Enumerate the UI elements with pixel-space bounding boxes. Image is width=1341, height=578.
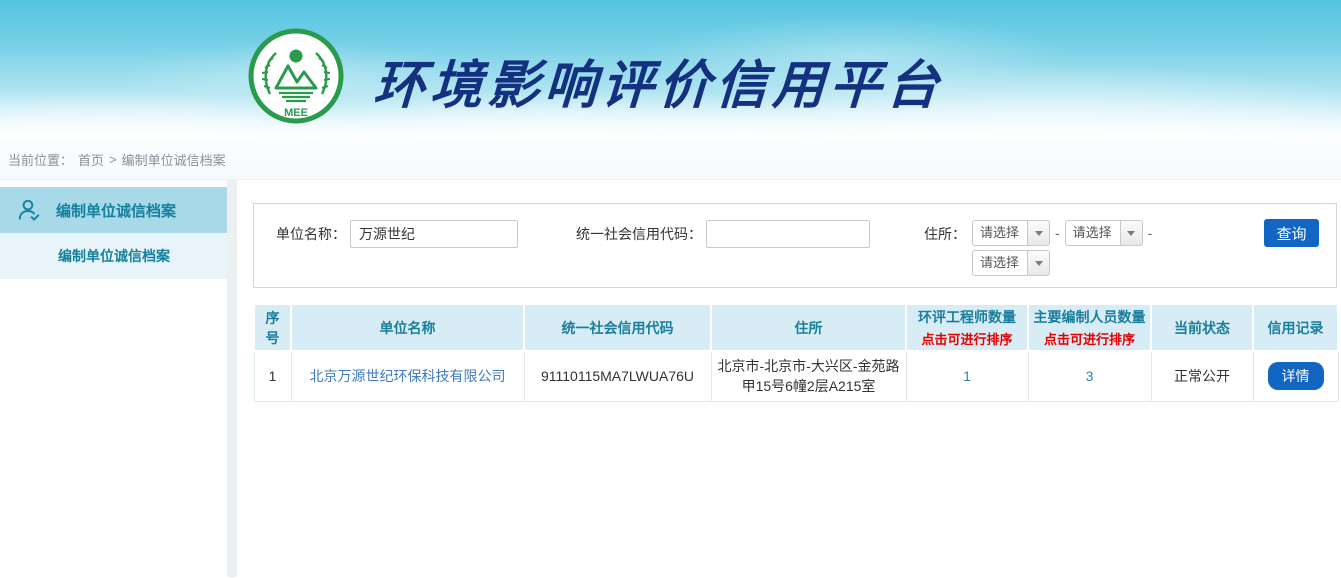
address-label: 住所：	[924, 220, 966, 248]
query-button[interactable]: 查询	[1264, 219, 1319, 247]
district-select[interactable]: 请选择	[972, 250, 1050, 276]
header-banner: MEE 环境影响评价信用平台	[0, 0, 1341, 140]
table-row: 1 北京万源世纪环保科技有限公司 91110115MA7LWUA76U 北京市-…	[254, 351, 1338, 401]
chevron-down-icon[interactable]	[1120, 220, 1143, 246]
credit-code-input[interactable]	[706, 220, 870, 248]
brand: MEE 环境影响评价信用平台	[246, 26, 944, 126]
address-dash: -	[1148, 220, 1153, 246]
city-select-value: 请选择	[1065, 220, 1120, 246]
staff-count-header-label: 主要编制人员数量	[1033, 307, 1146, 327]
district-select-value: 请选择	[972, 250, 1027, 276]
city-select[interactable]: 请选择	[1065, 220, 1143, 246]
company-link[interactable]: 北京万源世纪环保科技有限公司	[310, 368, 506, 384]
main-content: 单位名称： 统一社会信用代码： 住所： 请选择 - 请选择 -	[237, 180, 1341, 577]
mee-logo-text: MEE	[284, 107, 308, 119]
engineer-count-sort-hint[interactable]: 点击可进行排序	[911, 329, 1023, 348]
province-select-value: 请选择	[972, 220, 1027, 246]
staff-count-sort-hint[interactable]: 点击可进行排序	[1033, 329, 1146, 348]
col-header-status: 当前状态	[1151, 304, 1253, 351]
sidebar: 编制单位诚信档案 编制单位诚信档案	[0, 180, 227, 577]
breadcrumb-current: 编制单位诚信档案	[122, 150, 226, 169]
chevron-down-icon[interactable]	[1027, 220, 1050, 246]
table-header-row: 序号 单位名称 统一社会信用代码 住所 环评工程师数量 点击可进行排序 主要编制…	[254, 304, 1338, 351]
staff-count-link[interactable]: 3	[1086, 368, 1094, 384]
engineer-count-header-label: 环评工程师数量	[911, 307, 1023, 327]
col-header-address: 住所	[711, 304, 906, 351]
col-header-engineer-count[interactable]: 环评工程师数量 点击可进行排序	[906, 304, 1028, 351]
sidebar-subitem-label: 编制单位诚信档案	[58, 246, 170, 266]
detail-button[interactable]: 详情	[1268, 362, 1324, 390]
col-header-credit-record: 信用记录	[1253, 304, 1338, 351]
credit-code-label: 统一社会信用代码：	[576, 220, 702, 248]
sidebar-divider	[227, 180, 237, 577]
sidebar-subitem-credit-archive[interactable]: 编制单位诚信档案	[0, 233, 227, 279]
col-header-staff-count[interactable]: 主要编制人员数量 点击可进行排序	[1028, 304, 1151, 351]
user-check-icon	[16, 197, 42, 223]
breadcrumb: 当前位置： 首页 > 编制单位诚信档案	[0, 140, 1341, 180]
unit-name-input[interactable]	[350, 220, 518, 248]
breadcrumb-separator: >	[109, 152, 117, 167]
chevron-down-icon[interactable]	[1027, 250, 1050, 276]
breadcrumb-prefix: 当前位置：	[8, 150, 73, 169]
site-title: 环境影响评价信用平台	[372, 35, 946, 118]
unit-name-label: 单位名称：	[276, 220, 346, 248]
col-header-credit-code: 统一社会信用代码	[524, 304, 711, 351]
cell-address: 北京市-北京市-大兴区-金苑路甲15号6幢2层A215室	[711, 351, 906, 401]
cell-credit-code: 91110115MA7LWUA76U	[524, 351, 711, 401]
sidebar-item-credit-archive[interactable]: 编制单位诚信档案	[0, 187, 227, 233]
province-select[interactable]: 请选择	[972, 220, 1050, 246]
address-dash: -	[1055, 220, 1060, 246]
engineer-count-link[interactable]: 1	[963, 368, 971, 384]
col-header-company: 单位名称	[291, 304, 524, 351]
cell-status: 正常公开	[1151, 351, 1253, 401]
results-table: 序号 单位名称 统一社会信用代码 住所 环评工程师数量 点击可进行排序 主要编制…	[253, 303, 1339, 402]
address-selects: 请选择 - 请选择 - 请选择	[972, 220, 1168, 280]
col-header-index: 序号	[254, 304, 291, 351]
search-panel: 单位名称： 统一社会信用代码： 住所： 请选择 - 请选择 -	[253, 203, 1337, 288]
mee-logo-icon: MEE	[246, 26, 346, 126]
sidebar-item-label: 编制单位诚信档案	[56, 200, 176, 221]
breadcrumb-home-link[interactable]: 首页	[78, 150, 104, 169]
cell-index: 1	[254, 351, 291, 401]
